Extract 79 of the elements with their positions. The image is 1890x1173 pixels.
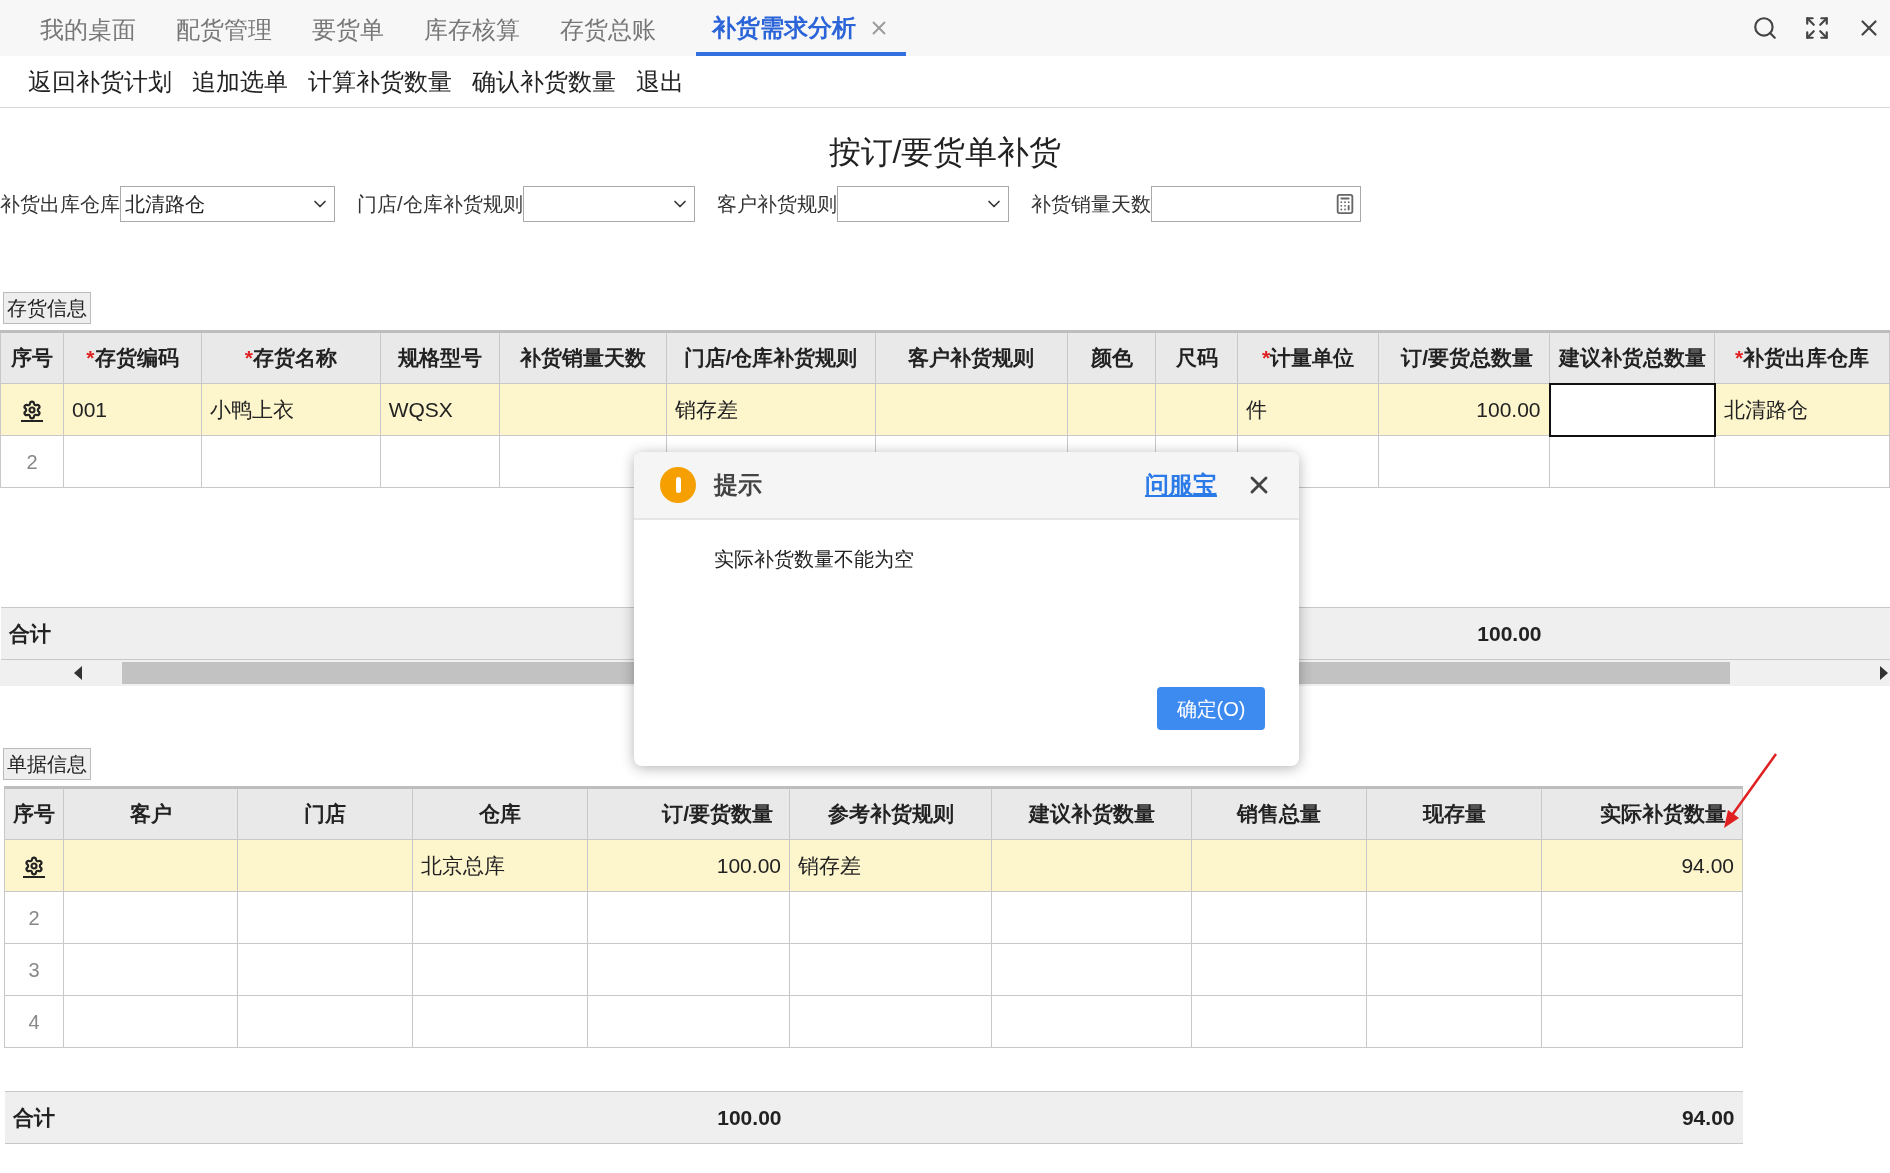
filter-label: 门店/仓库补货规则 bbox=[357, 192, 523, 217]
dropdown-field[interactable] bbox=[836, 186, 1009, 222]
required-mark: * bbox=[1262, 346, 1271, 370]
dialog-message: 实际补货数量不能为空 bbox=[714, 548, 914, 570]
column-header: 建议补货数量 bbox=[1028, 802, 1155, 826]
filter-label: 客户补货规则 bbox=[716, 192, 837, 217]
tab[interactable]: 我的桌面 bbox=[40, 0, 136, 56]
table-cell: 北京总库 bbox=[412, 839, 588, 892]
row-number: 4 bbox=[4, 995, 64, 1048]
required-mark: * bbox=[86, 346, 95, 370]
active-cell[interactable] bbox=[1549, 383, 1715, 436]
total-label: 合计 bbox=[8, 621, 51, 645]
table-cell: 销存差 bbox=[789, 839, 992, 892]
column-header: 客户补货规则 bbox=[908, 346, 1035, 370]
column-header: 客户 bbox=[129, 802, 172, 826]
warning-icon bbox=[660, 467, 696, 503]
toolbar-button[interactable]: 计算补货数量 bbox=[308, 63, 452, 100]
column-header: 序号 bbox=[11, 346, 53, 370]
table-cell: 001 bbox=[63, 383, 202, 436]
tab[interactable]: 要货单 bbox=[312, 0, 384, 56]
tab[interactable]: 存货总账 bbox=[560, 0, 656, 56]
row-number: 2 bbox=[0, 435, 64, 488]
column-header: 订/要货总数量 bbox=[1401, 346, 1534, 370]
toolbar-button[interactable]: 退出 bbox=[636, 63, 684, 100]
column-header: 门店/仓库补货规则 bbox=[683, 346, 858, 370]
column-header: 序号 bbox=[13, 802, 55, 826]
row-settings-cell[interactable] bbox=[0, 383, 64, 436]
table-cell: 100.00 bbox=[587, 839, 790, 892]
column-header: 存货名称 bbox=[252, 346, 337, 370]
section-tab[interactable]: 存货信息 bbox=[3, 292, 91, 324]
table-cell: 销存差 bbox=[666, 383, 875, 436]
column-header: 计量单位 bbox=[1270, 346, 1355, 370]
column-header: 销售总量 bbox=[1237, 802, 1321, 826]
input-field[interactable] bbox=[1150, 186, 1361, 222]
dropdown-field[interactable] bbox=[522, 186, 695, 222]
toolbar-button[interactable]: 追加选单 bbox=[192, 63, 288, 100]
required-mark: * bbox=[244, 346, 253, 370]
tab[interactable]: 补货需求分析 bbox=[696, 0, 906, 56]
table-cell: WQSX bbox=[380, 383, 500, 436]
required-mark: * bbox=[1734, 346, 1744, 370]
column-header: 实际补货数量 bbox=[1600, 802, 1726, 826]
total-label: 合计 bbox=[12, 1105, 55, 1129]
column-header: 仓库 bbox=[479, 802, 521, 826]
table-cell: 北清路仓 bbox=[1714, 383, 1890, 436]
dropdown-field[interactable]: 北清路仓 bbox=[120, 186, 335, 222]
fullscreen-icon[interactable] bbox=[1804, 15, 1830, 41]
column-header: 尺码 bbox=[1175, 346, 1218, 370]
tab[interactable]: 配货管理 bbox=[176, 0, 272, 56]
toolbar-button[interactable]: 确认补货数量 bbox=[472, 63, 616, 100]
row-settings-cell[interactable] bbox=[4, 839, 64, 892]
filter-label: 补货出库仓库 bbox=[0, 192, 120, 217]
table-cell: 小鸭上衣 bbox=[201, 383, 381, 436]
help-link[interactable]: 问服宝 bbox=[1145, 467, 1217, 503]
page-title: 按订/要货单补货 bbox=[828, 133, 1062, 172]
row-number: 2 bbox=[4, 891, 64, 944]
row-number: 3 bbox=[4, 943, 64, 996]
column-header: 颜色 bbox=[1090, 346, 1133, 370]
settings-icon[interactable] bbox=[21, 400, 43, 423]
section-tab[interactable]: 单据信息 bbox=[3, 748, 91, 780]
tab[interactable]: 库存核算 bbox=[424, 0, 520, 56]
column-header: 规格型号 bbox=[397, 346, 482, 370]
table-cell: 件 bbox=[1237, 383, 1379, 436]
column-header: 存货编码 bbox=[94, 346, 179, 370]
toolbar-button[interactable]: 返回补货计划 bbox=[28, 63, 172, 100]
settings-icon[interactable] bbox=[23, 856, 45, 879]
total-value: 100.00 bbox=[717, 1105, 782, 1129]
filter-label: 补货销量天数 bbox=[1030, 192, 1151, 217]
total-value: 94.00 bbox=[1681, 1105, 1735, 1129]
column-header: 建议补货总数量 bbox=[1558, 346, 1706, 369]
column-header: 门店 bbox=[304, 802, 346, 826]
column-header: 补货销量天数 bbox=[519, 346, 646, 370]
dialog-title: 提示 bbox=[714, 470, 762, 500]
column-header: 现存量 bbox=[1422, 802, 1486, 826]
column-header: 补货出库仓库 bbox=[1743, 346, 1870, 370]
total-value: 100.00 bbox=[1477, 621, 1542, 645]
table-cell: 94.00 bbox=[1541, 839, 1743, 892]
column-header: 订/要货数量 bbox=[662, 802, 773, 826]
search-icon[interactable] bbox=[1752, 15, 1778, 41]
column-header: 参考补货规则 bbox=[827, 802, 954, 826]
